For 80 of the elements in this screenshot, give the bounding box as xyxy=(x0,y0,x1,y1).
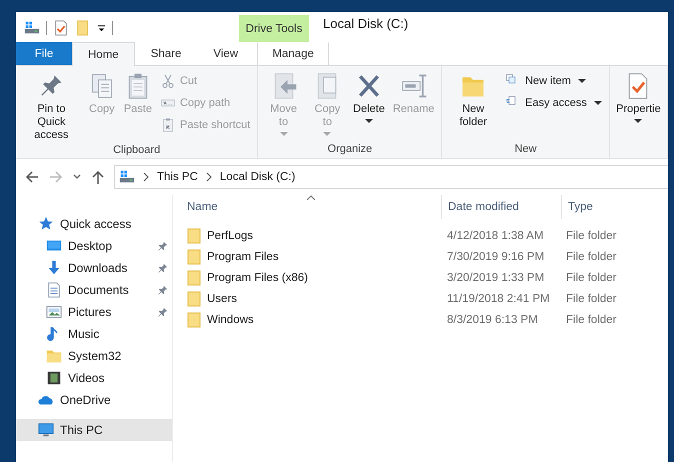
pin-icon xyxy=(158,285,168,295)
sidebar-item[interactable]: Music xyxy=(16,323,172,345)
star-icon xyxy=(38,216,54,232)
caret-icon xyxy=(594,100,602,106)
context-tab-header: Drive Tools xyxy=(239,15,309,42)
ribbon-button[interactable]: Easy access xyxy=(502,93,605,113)
window-title: Local Disk (C:) xyxy=(322,16,408,33)
ribbon-button[interactable]: Delete xyxy=(350,70,388,143)
picture-icon xyxy=(46,304,62,320)
table-cell-text: File folder xyxy=(565,272,618,284)
sidebar-item[interactable]: Videos xyxy=(16,367,172,389)
table-cell-text: 7/30/2019 9:16 PM xyxy=(446,250,546,262)
scissors-icon xyxy=(160,73,176,89)
download-icon xyxy=(46,260,62,276)
ribbon-tab[interactable]: File xyxy=(16,42,72,65)
table-cell-text: 11/19/2018 2:41 PM xyxy=(446,292,551,304)
ribbon-button[interactable]: Propertie xyxy=(613,70,664,155)
ribbon-button[interactable]: New item xyxy=(502,71,605,91)
file-name[interactable]: Users xyxy=(181,290,441,306)
sidebar-item[interactable]: Pictures xyxy=(16,301,172,323)
folder-icon xyxy=(187,312,201,328)
breadcrumb[interactable]: Local Disk (C:) xyxy=(220,171,296,183)
sidebar-item[interactable]: This PC xyxy=(16,419,172,441)
column-header[interactable]: Date modified xyxy=(442,195,562,219)
rename-icon xyxy=(400,72,428,100)
file-name[interactable]: Windows xyxy=(181,312,441,328)
ribbon-tab[interactable]: Home xyxy=(72,42,135,66)
up-arrow-icon[interactable] xyxy=(90,169,106,185)
file-name[interactable]: PerfLogs xyxy=(181,228,441,244)
computer-icon xyxy=(38,422,54,438)
breadcrumb[interactable]: This PC xyxy=(157,171,198,183)
group-label: Organize xyxy=(328,143,372,155)
pin-icon xyxy=(158,307,168,317)
ribbon-tab[interactable]: View xyxy=(197,42,254,65)
table-cell-text: File folder xyxy=(565,314,618,326)
drive-icon xyxy=(119,169,135,185)
sort-caret-icon xyxy=(307,195,315,200)
video-icon xyxy=(46,370,62,386)
table-cell-text: 4/12/2018 1:38 AM xyxy=(446,230,545,242)
table-cell-text: File folder xyxy=(565,250,618,262)
column-header[interactable]: Type xyxy=(562,195,663,219)
customize-dropdown-icon[interactable] xyxy=(97,24,106,32)
table-cell-text: File folder xyxy=(565,292,618,304)
ribbon-tab[interactable]: Share xyxy=(134,42,198,65)
column-header[interactable]: Name xyxy=(181,195,442,219)
group-label: Clipboard xyxy=(113,144,160,156)
document-icon xyxy=(46,282,62,298)
address-bar[interactable]: This PC Local Disk (C:) xyxy=(114,165,668,189)
caret-icon xyxy=(280,132,288,137)
group-label: New xyxy=(514,143,537,155)
back-arrow-icon[interactable] xyxy=(24,169,40,185)
folder-icon xyxy=(187,228,201,244)
sidebar-item[interactable]: Desktop xyxy=(16,235,172,257)
chevron-right-icon xyxy=(206,172,212,182)
drive-icon[interactable] xyxy=(24,20,40,36)
pin-icon xyxy=(158,263,168,273)
folder-icon xyxy=(187,248,201,264)
caret-icon xyxy=(634,119,642,124)
ribbon-tab[interactable]: Manage xyxy=(257,42,330,65)
folder-icon xyxy=(187,290,201,306)
properties-icon[interactable] xyxy=(53,20,69,36)
table-cell-text: 8/3/2019 6:13 PM xyxy=(446,314,539,326)
sidebar-item[interactable]: Documents xyxy=(16,279,172,301)
sidebar-item[interactable]: OneDrive xyxy=(16,389,172,411)
ribbon-button[interactable]: Pin to Quick access xyxy=(20,70,83,144)
pin-icon xyxy=(158,241,168,251)
folder-icon xyxy=(46,348,62,364)
table-cell-text: 3/20/2019 1:33 PM xyxy=(446,272,546,284)
folder-icon xyxy=(187,270,201,286)
file-name[interactable]: Program Files (x86) xyxy=(181,270,441,286)
ribbon-button[interactable]: New folder xyxy=(446,70,500,143)
sidebar-item[interactable]: Quick access xyxy=(16,213,172,235)
caret-icon xyxy=(364,119,373,124)
sidebar-item[interactable]: System32 xyxy=(16,345,172,367)
file-name[interactable]: Program Files xyxy=(181,248,441,264)
sidebar-item[interactable]: Downloads xyxy=(16,257,172,279)
chevron-right-icon xyxy=(143,172,149,182)
caret-icon xyxy=(578,78,586,84)
table-cell-text: File folder xyxy=(565,230,618,242)
caret-icon xyxy=(323,132,332,137)
